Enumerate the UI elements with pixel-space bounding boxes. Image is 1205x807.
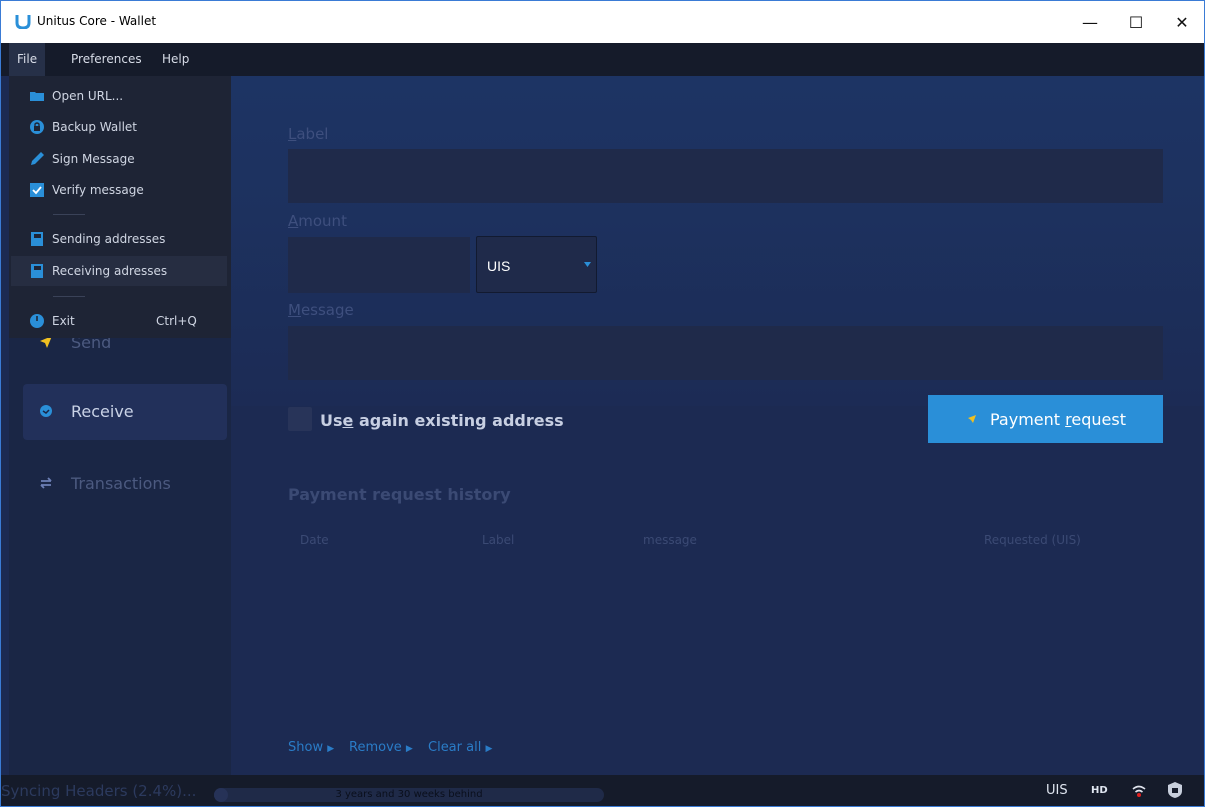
menu-bar: File Preferences Help <box>1 43 1204 76</box>
file-menu-dropdown: Open URL... Backup Wallet Sign Message V… <box>9 76 231 338</box>
folder-icon <box>30 92 44 101</box>
menu-item-label: Exit <box>52 314 75 328</box>
menu-help[interactable]: Help <box>154 43 197 76</box>
window-title: Unitus Core - Wallet <box>37 14 157 28</box>
amount-field-label: Amount <box>288 212 347 230</box>
menu-item-exit[interactable]: Exit Ctrl+Q <box>9 306 231 336</box>
label-input[interactable] <box>288 149 1163 203</box>
menu-item-verify-message[interactable]: Verify message <box>9 175 231 205</box>
receive-icon <box>40 405 52 417</box>
sidebar-item-label: Receive <box>71 402 134 421</box>
menu-item-shortcut: Ctrl+Q <box>156 314 197 328</box>
menu-item-sending-addresses[interactable]: Sending addresses <box>9 224 231 254</box>
column-header-label[interactable]: Label <box>482 533 514 547</box>
unit-select[interactable]: UIS <box>476 236 597 293</box>
chevron-down-icon <box>584 262 591 267</box>
message-input[interactable] <box>288 326 1163 380</box>
column-header-message[interactable]: message <box>643 533 697 547</box>
close-button[interactable]: ✕ <box>1159 1 1204 43</box>
sync-progress-bar: 3 years and 30 weeks behind <box>214 788 604 802</box>
sidebar-item-label: Transactions <box>71 474 171 493</box>
menu-preferences[interactable]: Preferences <box>63 43 150 76</box>
address-book-icon <box>31 264 43 278</box>
lock-circle-icon <box>30 120 44 134</box>
label-field-label: Label <box>288 125 329 143</box>
menu-item-label: Sign Message <box>52 152 135 166</box>
triangle-right-icon: ▶ <box>327 744 335 754</box>
pen-icon <box>31 152 44 165</box>
sync-status-text: Syncing Headers (2.4%)... <box>1 782 197 800</box>
history-title: Payment request history <box>288 485 511 504</box>
message-field-label: Message <box>288 301 354 319</box>
sync-progress-text: 3 years and 30 weeks behind <box>335 789 483 800</box>
power-icon <box>30 314 44 328</box>
menu-item-sign-message[interactable]: Sign Message <box>9 144 231 174</box>
menu-item-label: Open URL... <box>52 89 124 103</box>
payment-request-label: Payment request <box>990 410 1126 429</box>
menu-item-receiving-addresses[interactable]: Receiving adresses <box>11 256 227 286</box>
title-bar: Unitus Core - Wallet — ☐ ✕ <box>1 1 1204 43</box>
sidebar-item-transactions[interactable]: Transactions <box>23 456 227 512</box>
status-bar: Syncing Headers (2.4%)... 3 years and 30… <box>1 775 1204 806</box>
minimize-icon: — <box>1082 12 1098 32</box>
menu-item-label: Verify message <box>52 183 144 197</box>
reuse-address-checkbox[interactable] <box>288 407 312 431</box>
send-icon <box>968 415 976 423</box>
column-header-requested[interactable]: Requested (UIS) <box>984 533 1081 547</box>
unit-indicator[interactable]: UIS <box>1046 783 1068 798</box>
hd-indicator: HD <box>1091 785 1108 796</box>
column-header-date[interactable]: Date <box>300 533 329 547</box>
app-window: Unitus Core - Wallet — ☐ ✕ File Preferen… <box>0 0 1205 807</box>
triangle-right-icon: ▶ <box>485 744 493 754</box>
reuse-address-label[interactable]: Use again existing address <box>320 411 564 430</box>
network-signal-icon[interactable] <box>1132 784 1146 798</box>
shield-icon[interactable] <box>1168 782 1182 798</box>
checkbox-icon <box>30 183 44 197</box>
payment-request-button[interactable]: Payment request <box>928 395 1163 443</box>
menu-item-open-url[interactable]: Open URL... <box>9 81 231 111</box>
minimize-button[interactable]: — <box>1067 1 1113 43</box>
triangle-right-icon: ▶ <box>405 744 413 754</box>
maximize-icon: ☐ <box>1128 12 1144 32</box>
amount-input[interactable] <box>288 237 470 293</box>
clear-all-link[interactable]: Clear all ▶ <box>428 740 492 755</box>
address-book-icon <box>31 232 43 246</box>
unit-select-value: UIS <box>487 258 511 274</box>
menu-item-label: Backup Wallet <box>52 120 138 134</box>
menu-item-backup-wallet[interactable]: Backup Wallet <box>9 112 231 142</box>
menu-item-label: Sending addresses <box>52 232 166 246</box>
transactions-icon <box>40 477 52 489</box>
close-icon: ✕ <box>1175 12 1189 32</box>
menu-separator <box>53 296 85 297</box>
menu-file[interactable]: File <box>9 43 46 76</box>
maximize-button[interactable]: ☐ <box>1113 1 1159 43</box>
show-link[interactable]: Show ▶ <box>288 740 334 755</box>
remove-link[interactable]: Remove ▶ <box>349 740 413 755</box>
menu-separator <box>53 214 85 215</box>
unitus-logo-icon <box>15 15 31 29</box>
menu-item-label: Receiving adresses <box>52 264 168 278</box>
sidebar-item-receive[interactable]: Receive <box>23 384 227 440</box>
